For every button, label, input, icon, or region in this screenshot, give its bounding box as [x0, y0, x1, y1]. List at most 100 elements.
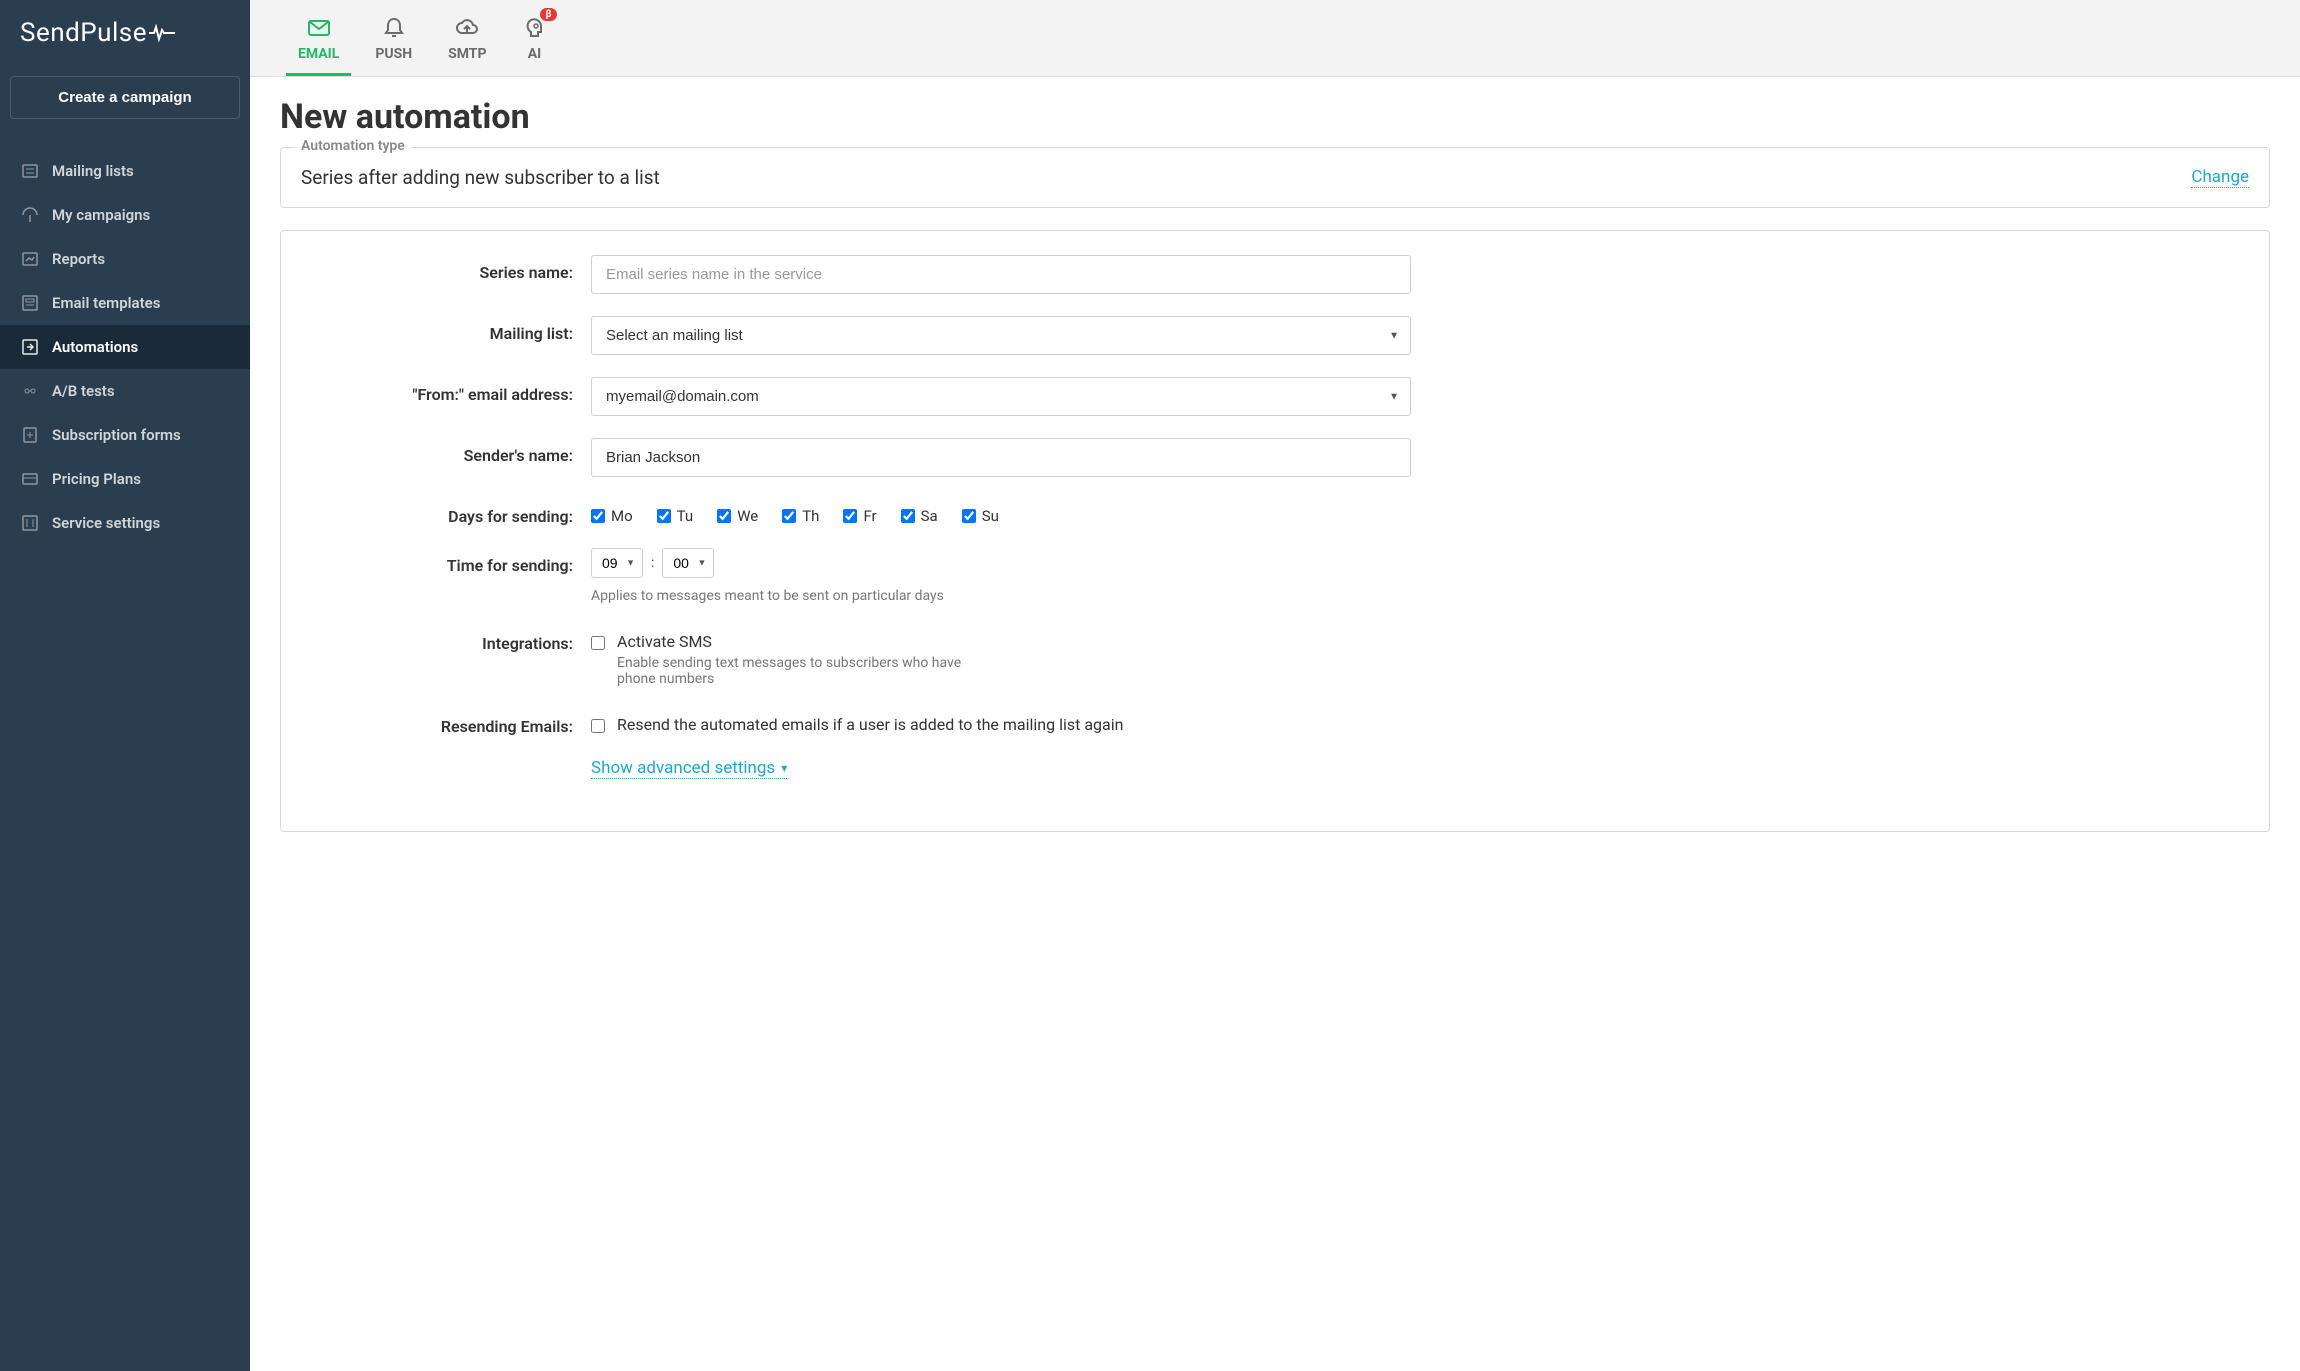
day-checkbox-fr[interactable]	[843, 509, 857, 523]
pulse-icon	[149, 24, 175, 42]
from-email-select[interactable]: myemail@domain.com	[591, 377, 1411, 416]
day-checkbox-tu[interactable]	[657, 509, 671, 523]
form-icon	[20, 425, 40, 445]
campaign-icon	[20, 205, 40, 225]
mailing-list-label: Mailing list:	[301, 316, 591, 343]
mail-icon	[307, 16, 331, 40]
days-group: Mo Tu We Th Fr Sa Su	[591, 499, 1411, 525]
automation-type-text: Series after adding new subscriber to a …	[301, 166, 660, 189]
day-label: Th	[802, 507, 819, 525]
sidebar-item-settings[interactable]: Service settings	[0, 501, 250, 545]
sidebar: SendPulse Create a campaign Mailing list…	[0, 0, 250, 1371]
day-mo[interactable]: Mo	[591, 507, 633, 525]
day-th[interactable]: Th	[782, 507, 819, 525]
sidebar-item-label: Reports	[52, 250, 105, 268]
change-link[interactable]: Change	[2191, 167, 2249, 188]
tab-label: EMAIL	[298, 46, 339, 62]
day-su[interactable]: Su	[962, 507, 999, 525]
sender-name-label: Sender's name:	[301, 438, 591, 465]
abtest-icon	[20, 381, 40, 401]
tab-label: SMTP	[448, 46, 486, 62]
day-checkbox-su[interactable]	[962, 509, 976, 523]
create-campaign-button[interactable]: Create a campaign	[10, 76, 240, 119]
show-advanced-link[interactable]: Show advanced settings ▾	[591, 758, 787, 779]
day-we[interactable]: We	[717, 507, 758, 525]
sidebar-item-label: Email templates	[52, 294, 160, 312]
time-minute-select[interactable]: 00	[662, 548, 714, 578]
tab-ai[interactable]: AI β	[505, 0, 565, 76]
sidebar-item-label: A/B tests	[52, 382, 115, 400]
days-label: Days for sending:	[301, 499, 591, 526]
activate-sms-checkbox[interactable]	[591, 636, 605, 650]
resending-label: Resending Emails:	[301, 709, 591, 736]
day-checkbox-mo[interactable]	[591, 509, 605, 523]
tab-push[interactable]: PUSH	[357, 0, 430, 76]
automation-type-box: Automation type Series after adding new …	[280, 147, 2270, 208]
tab-smtp[interactable]: SMTP	[430, 0, 504, 76]
main: EMAIL PUSH SMTP AI β New automation Automati…	[250, 0, 2300, 1371]
day-label: Fr	[863, 507, 876, 525]
tab-label: PUSH	[375, 46, 412, 62]
time-label: Time for sending:	[301, 548, 591, 575]
sidebar-item-abtest[interactable]: A/B tests	[0, 369, 250, 413]
series-name-label: Series name:	[301, 255, 591, 282]
sidebar-item-label: Automations	[52, 338, 138, 356]
settings-icon	[20, 513, 40, 533]
day-label: Tu	[677, 507, 694, 525]
tab-label: AI	[528, 46, 542, 62]
day-checkbox-sa[interactable]	[901, 509, 915, 523]
sidebar-item-automation[interactable]: Automations	[0, 325, 250, 369]
brand-logo: SendPulse	[0, 0, 250, 66]
sidebar-item-list[interactable]: Mailing lists	[0, 149, 250, 193]
time-hint: Applies to messages meant to be sent on …	[591, 588, 1411, 604]
sidebar-item-label: Pricing Plans	[52, 470, 141, 488]
day-checkbox-th[interactable]	[782, 509, 796, 523]
sidebar-item-template[interactable]: Email templates	[0, 281, 250, 325]
sidebar-item-report[interactable]: Reports	[0, 237, 250, 281]
list-icon	[20, 161, 40, 181]
day-label: Mo	[611, 507, 633, 525]
top-tabs: EMAIL PUSH SMTP AI β	[250, 0, 2300, 77]
resend-label: Resend the automated emails if a user is…	[617, 715, 1123, 734]
day-label: Sa	[921, 507, 938, 525]
day-fr[interactable]: Fr	[843, 507, 876, 525]
sidebar-item-label: Mailing lists	[52, 162, 134, 180]
content: New automation Automation type Series af…	[250, 77, 2300, 1371]
activate-sms-label: Activate SMS	[617, 632, 997, 651]
cloud-icon	[455, 16, 479, 40]
automation-type-legend: Automation type	[295, 138, 411, 154]
form-panel: Series name: Mailing list: Select an mai…	[280, 230, 2270, 832]
report-icon	[20, 249, 40, 269]
automation-icon	[20, 337, 40, 357]
sidebar-item-pricing[interactable]: Pricing Plans	[0, 457, 250, 501]
resend-checkbox[interactable]	[591, 719, 605, 733]
template-icon	[20, 293, 40, 313]
series-name-input[interactable]	[591, 255, 1411, 294]
page-title: New automation	[280, 97, 2270, 137]
day-sa[interactable]: Sa	[901, 507, 938, 525]
pricing-icon	[20, 469, 40, 489]
tab-email[interactable]: EMAIL	[280, 0, 357, 76]
time-colon: :	[651, 555, 654, 571]
day-tu[interactable]: Tu	[657, 507, 694, 525]
time-hour-select[interactable]: 09	[591, 548, 643, 578]
day-label: Su	[982, 507, 999, 525]
sidebar-item-label: Subscription forms	[52, 426, 181, 444]
brand-name: SendPulse	[20, 18, 147, 48]
caret-down-icon: ▾	[781, 761, 787, 775]
beta-badge: β	[540, 8, 556, 21]
from-email-label: "From:" email address:	[301, 377, 591, 404]
mailing-list-select[interactable]: Select an mailing list	[591, 316, 1411, 355]
bell-icon	[382, 16, 406, 40]
show-advanced-label: Show advanced settings	[591, 758, 775, 778]
integrations-label: Integrations:	[301, 626, 591, 653]
sidebar-item-label: Service settings	[52, 514, 160, 532]
sidebar-item-label: My campaigns	[52, 206, 150, 224]
activate-sms-desc: Enable sending text messages to subscrib…	[617, 655, 997, 687]
sender-name-input[interactable]	[591, 438, 1411, 477]
sidebar-item-campaign[interactable]: My campaigns	[0, 193, 250, 237]
day-checkbox-we[interactable]	[717, 509, 731, 523]
sidebar-item-form[interactable]: Subscription forms	[0, 413, 250, 457]
day-label: We	[737, 507, 758, 525]
sidebar-nav: Mailing lists My campaigns Reports Email te…	[0, 149, 250, 545]
